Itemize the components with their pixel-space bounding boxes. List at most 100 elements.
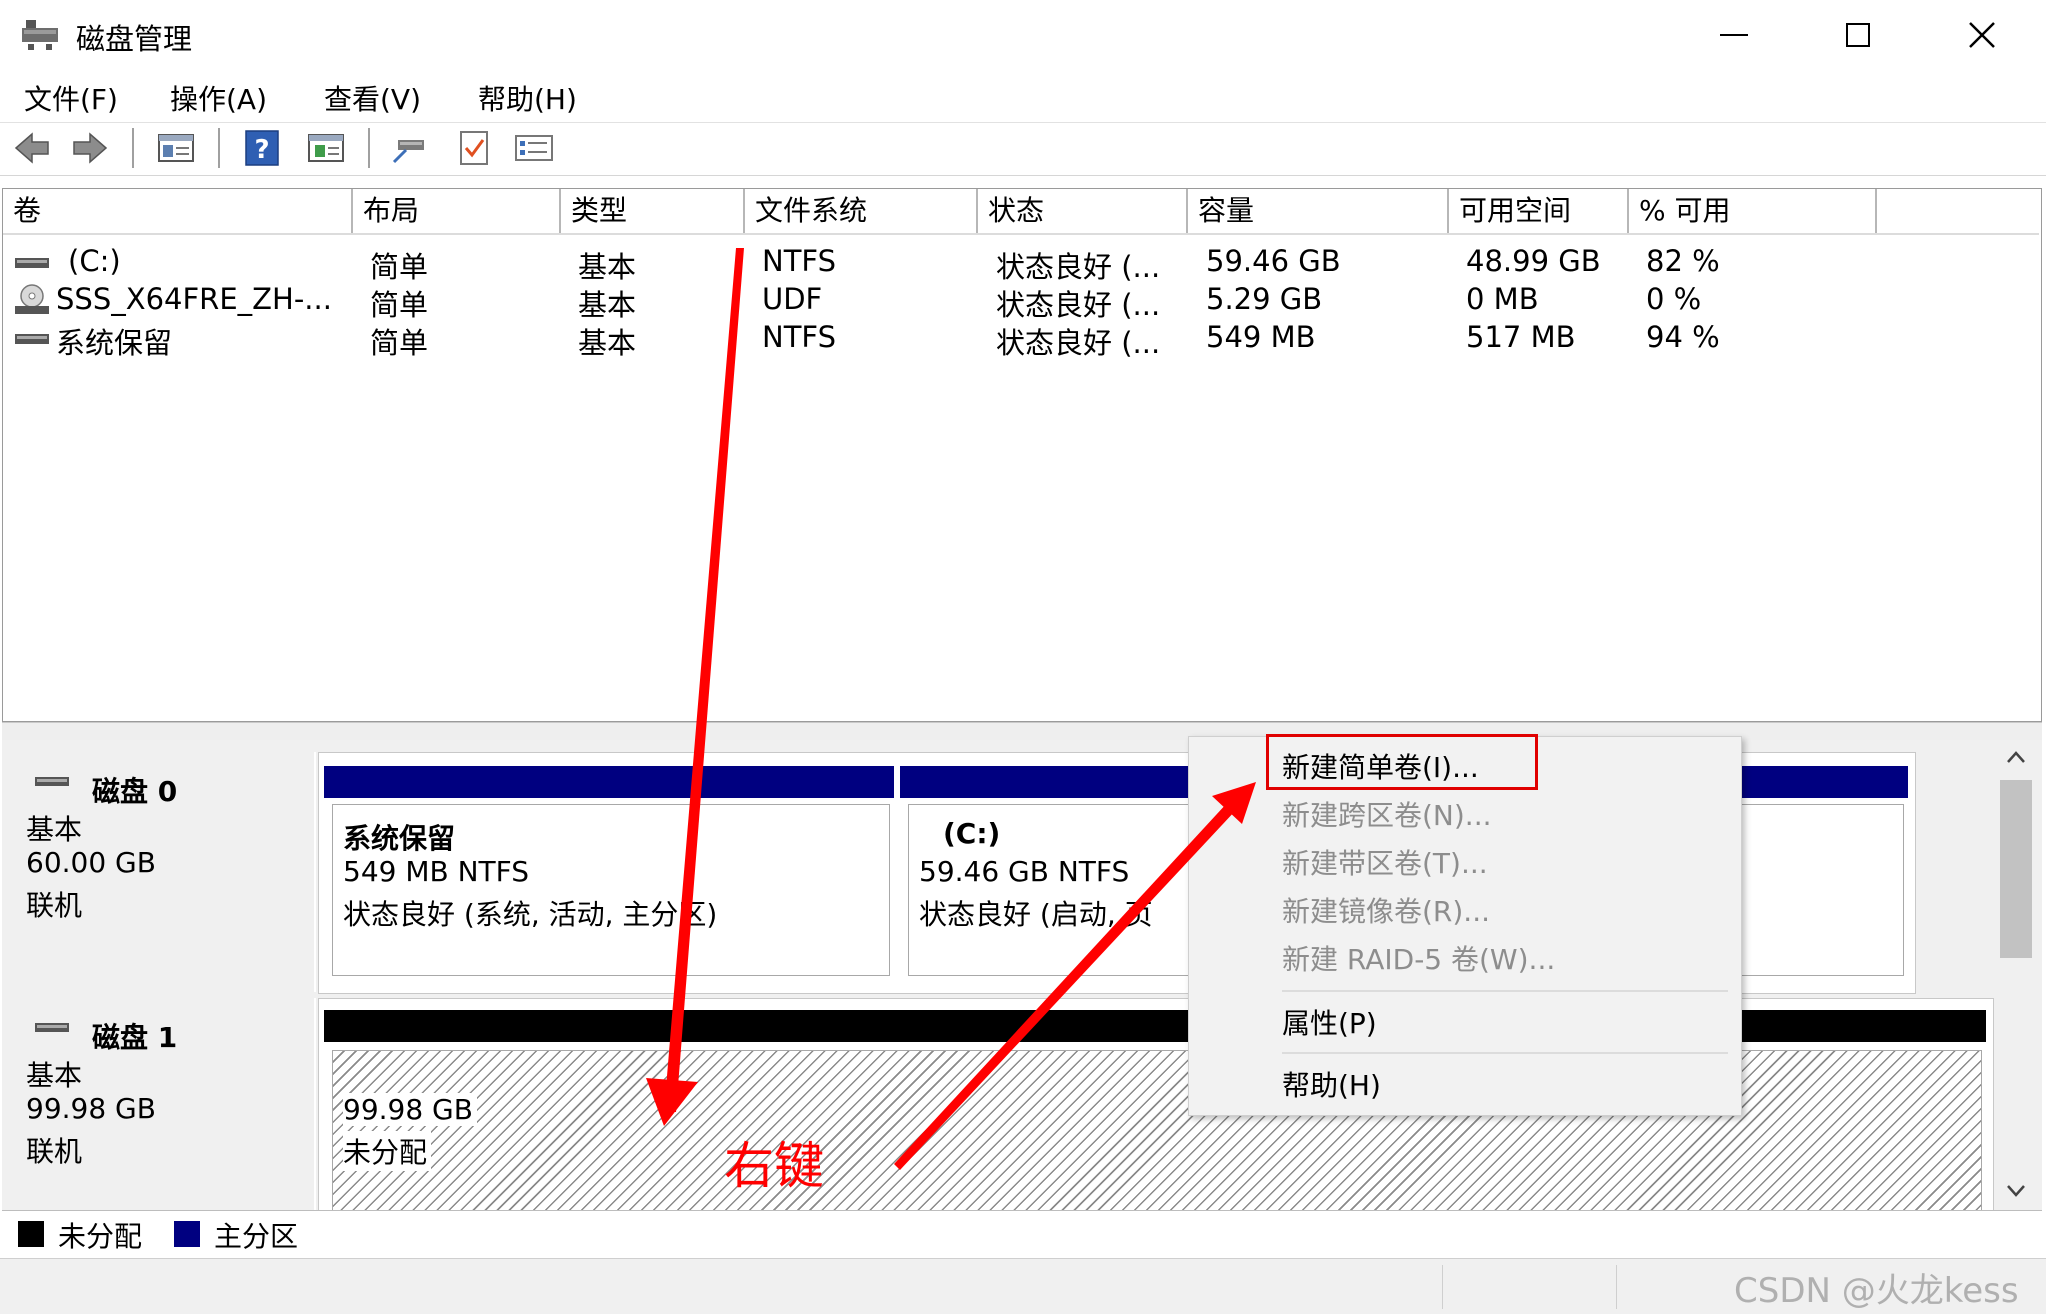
- status-divider: [1616, 1265, 1617, 1309]
- toolbar-separator: [218, 128, 220, 168]
- column-header-layout[interactable]: 布局: [353, 189, 561, 233]
- window-title: 磁盘管理: [76, 22, 193, 56]
- partition-title: (C:): [943, 817, 1001, 850]
- disk-management-app-icon: [22, 20, 58, 50]
- volume-status: 状态良好 (...: [996, 326, 1161, 360]
- toolbar-separator: [368, 128, 370, 168]
- partition-status: 状态良好 (启动, 页: [919, 898, 1153, 931]
- scroll-up-icon[interactable]: [2006, 750, 2026, 764]
- legend-swatch-primary: [174, 1221, 200, 1247]
- minimize-button[interactable]: [1674, 0, 1794, 70]
- menu-view[interactable]: 查看(V): [324, 78, 421, 118]
- partition-title: 系统保留: [343, 822, 456, 855]
- header-divider: [3, 233, 2039, 235]
- check-icon[interactable]: [454, 128, 494, 168]
- menu-action[interactable]: 操作(A): [170, 78, 267, 118]
- volume-status: 状态良好 (...: [996, 250, 1161, 284]
- disk-kind: 基本: [26, 1059, 83, 1092]
- partition-size: 59.46 GB NTFS: [919, 855, 1130, 888]
- legend-label-primary: 主分区: [214, 1220, 299, 1253]
- partition-status: 状态良好 (系统, 活动, 主分区): [343, 898, 718, 931]
- legend-swatch-unallocated: [18, 1221, 44, 1247]
- column-header-capacity[interactable]: 容量: [1188, 189, 1449, 233]
- disk-state: 联机: [26, 889, 83, 922]
- maximize-button[interactable]: [1798, 0, 1918, 70]
- legend: 未分配 主分区: [2, 1210, 2042, 1255]
- menu-properties[interactable]: 属性(P): [1282, 1002, 1377, 1042]
- disk-size: 99.98 GB: [26, 1092, 156, 1125]
- volume-capacity: 549 MB: [1206, 320, 1316, 354]
- scrollbar-thumb[interactable]: [2000, 780, 2032, 958]
- menu-new-striped-volume: 新建带区卷(T)...: [1282, 847, 1488, 880]
- volume-name: SSS_X64FRE_ZH-...: [56, 282, 332, 316]
- toolbar-separator: [132, 128, 134, 168]
- partition-system-reserved[interactable]: 系统保留 549 MB NTFS 状态良好 (系统, 活动, 主分区): [332, 804, 890, 976]
- volume-filesystem: UDF: [762, 282, 823, 316]
- column-header-free-space[interactable]: 可用空间: [1449, 189, 1629, 233]
- context-menu-separator: [1282, 1052, 1728, 1054]
- menu-new-raid5-volume: 新建 RAID-5 卷(W)...: [1282, 943, 1556, 976]
- menu-help[interactable]: 帮助(H): [478, 78, 577, 118]
- properties-list-icon[interactable]: [514, 128, 554, 168]
- drive-icon: [15, 334, 49, 344]
- back-icon[interactable]: [12, 128, 52, 168]
- menu-new-spanned-volume: 新建跨区卷(N)...: [1282, 799, 1492, 832]
- volume-type: 基本: [578, 250, 637, 284]
- close-icon: [1969, 22, 1995, 48]
- disk-kind: 基本: [26, 813, 83, 846]
- table-row[interactable]: SSS_X64FRE_ZH-... 简单 基本 UDF 状态良好 (... 5.…: [10, 282, 1886, 322]
- column-header-type[interactable]: 类型: [561, 189, 745, 233]
- menu-help-item[interactable]: 帮助(H): [1282, 1064, 1381, 1104]
- volume-capacity: 59.46 GB: [1206, 244, 1341, 278]
- volume-percent-free: 94 %: [1646, 320, 1720, 354]
- close-button[interactable]: [1922, 0, 2042, 70]
- highlight-box: [1266, 734, 1538, 790]
- maximize-icon: [1846, 23, 1870, 47]
- volume-free-space: 517 MB: [1466, 320, 1576, 354]
- disk-icon: [35, 777, 69, 786]
- volume-layout: 简单: [370, 326, 429, 360]
- menu-new-mirrored-volume: 新建镜像卷(R)...: [1282, 895, 1491, 928]
- volume-filesystem: NTFS: [762, 244, 836, 278]
- table-row[interactable]: (C:) 简单 基本 NTFS 状态良好 (... 59.46 GB 48.99…: [10, 244, 1886, 284]
- disk-size: 60.00 GB: [26, 846, 156, 879]
- scroll-down-icon[interactable]: [2006, 1184, 2026, 1198]
- help-icon[interactable]: ?: [242, 128, 282, 168]
- partition-size: 549 MB NTFS: [343, 855, 530, 888]
- volume-name: (C:): [68, 244, 121, 278]
- volume-free-space: 48.99 GB: [1466, 244, 1601, 278]
- disk-name: 磁盘 0: [92, 775, 178, 808]
- disk-0-label[interactable]: 磁盘 0 基本 60.00 GB 联机: [6, 752, 316, 992]
- primary-partition-bar: [324, 766, 894, 798]
- volume-status: 状态良好 (...: [996, 288, 1161, 322]
- status-bar: CSDN @火龙kess: [0, 1258, 2046, 1314]
- disk-state: 联机: [26, 1135, 83, 1168]
- column-header-filesystem[interactable]: 文件系统: [745, 189, 978, 233]
- console-tree-icon[interactable]: [156, 128, 196, 168]
- column-header-volume[interactable]: 卷: [3, 189, 353, 233]
- legend-label-unallocated: 未分配: [58, 1220, 143, 1253]
- table-row[interactable]: 系统保留 简单 基本 NTFS 状态良好 (... 549 MB 517 MB …: [10, 320, 1886, 360]
- column-header-status[interactable]: 状态: [978, 189, 1188, 233]
- volume-layout: 简单: [370, 288, 429, 322]
- forward-icon[interactable]: [70, 128, 110, 168]
- drive-icon: [15, 258, 49, 268]
- menu-bar: [0, 72, 2046, 122]
- volume-type: 基本: [578, 288, 637, 322]
- details-icon[interactable]: [306, 128, 346, 168]
- unallocated-size: 99.98 GB: [343, 1093, 477, 1126]
- connect-icon[interactable]: [390, 128, 430, 168]
- svg-text:?: ?: [254, 135, 269, 165]
- volume-name: 系统保留: [56, 326, 173, 360]
- vertical-scrollbar[interactable]: [1994, 740, 2038, 1208]
- column-header-percent-free[interactable]: % 可用: [1629, 189, 1877, 233]
- volume-type: 基本: [578, 326, 637, 360]
- disk-icon: [35, 1023, 69, 1032]
- volume-percent-free: 0 %: [1646, 282, 1702, 316]
- disk-1-label[interactable]: 磁盘 1 基本 99.98 GB 联机: [6, 998, 316, 1210]
- cd-drive-icon: [15, 284, 49, 314]
- volume-free-space: 0 MB: [1466, 282, 1539, 316]
- volume-layout: 简单: [370, 250, 429, 284]
- volume-percent-free: 82 %: [1646, 244, 1720, 278]
- menu-file[interactable]: 文件(F): [24, 78, 118, 118]
